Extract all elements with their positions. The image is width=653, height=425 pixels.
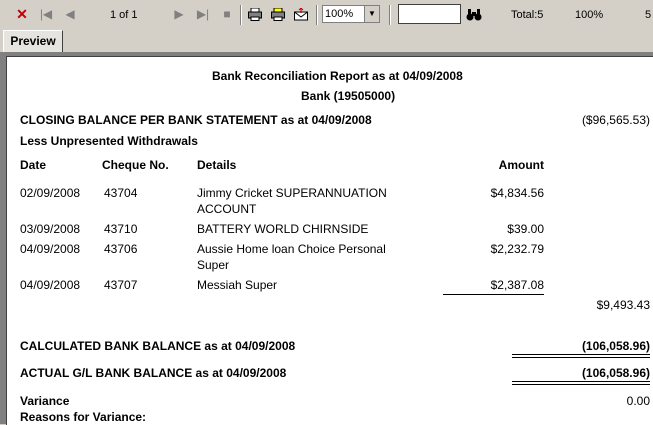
double-rule-top — [512, 381, 650, 382]
trailing-count: 5 — [645, 9, 652, 21]
row-cheque: 43704 — [104, 186, 138, 200]
toolbar: ✕ |◀ ◀ 1 of 1 ▶ ▶| ■ 100% ▼ Total:5 100%… — [0, 0, 653, 30]
report-subtitle: Bank (19505000) — [301, 89, 396, 103]
preview-area[interactable]: Bank Reconciliation Report as at 04/09/2… — [0, 53, 653, 425]
less-unpresented-label: Less Unpresented Withdrawals — [20, 134, 198, 148]
column-header-amount: Amount — [498, 158, 544, 172]
actual-balance-label: ACTUAL G/L BANK BALANCE as at 04/09/2008 — [20, 366, 287, 380]
zoom-select[interactable]: 100% ▼ — [322, 5, 380, 23]
row-details: Aussie Home loan Choice Personal — [197, 242, 386, 256]
subtotal-rule — [443, 294, 544, 295]
tab-preview[interactable]: Preview — [3, 30, 63, 52]
closing-balance-label: CLOSING BALANCE PER BANK STATEMENT as at… — [20, 113, 372, 127]
row-amount: $2,232.79 — [490, 242, 544, 256]
print-setup-icon[interactable] — [270, 6, 286, 22]
prev-page-icon[interactable]: ◀ — [62, 6, 78, 22]
toolbar-separator — [389, 5, 391, 25]
report-page: Bank Reconciliation Report as at 04/09/2… — [6, 56, 653, 425]
report-title: Bank Reconciliation Report as at 04/09/2… — [212, 69, 463, 83]
row-amount: $4,834.56 — [490, 186, 544, 200]
export-icon[interactable] — [293, 6, 309, 22]
toolbar-separator — [240, 5, 242, 25]
column-header-details: Details — [197, 158, 237, 172]
find-icon[interactable] — [466, 6, 482, 22]
row-details: Messiah Super — [197, 278, 278, 292]
stop-icon[interactable]: ■ — [219, 6, 235, 22]
calculated-balance-value: (106,058.96) — [581, 339, 650, 353]
search-input[interactable] — [398, 4, 461, 24]
toolbar-separator — [316, 5, 318, 25]
row-details: BATTERY WORLD CHIRNSIDE — [197, 222, 369, 236]
total-label: Total:5 — [511, 9, 544, 21]
row-amount: $39.00 — [507, 222, 544, 236]
row-date: 04/09/2008 — [20, 242, 81, 256]
column-header-date: Date — [20, 158, 47, 172]
double-rule-top — [512, 354, 650, 355]
chevron-down-icon[interactable]: ▼ — [364, 6, 379, 22]
row-cheque: 43707 — [104, 278, 138, 292]
actual-balance-value: (106,058.96) — [581, 366, 650, 380]
reasons-label: Reasons for Variance: — [20, 410, 147, 424]
first-page-icon[interactable]: |◀ — [38, 6, 54, 22]
row-cheque: 43710 — [104, 222, 138, 236]
column-header-cheque: Cheque No. — [102, 158, 169, 172]
variance-label: Variance — [20, 394, 70, 408]
row-details-cont: Super — [197, 258, 230, 272]
close-icon[interactable]: ✕ — [14, 6, 30, 22]
row-amount: $2,387.08 — [490, 278, 544, 292]
calculated-balance-label: CALCULATED BANK BALANCE as at 04/09/2008 — [20, 339, 296, 353]
page-indicator: 1 of 1 — [110, 9, 138, 21]
variance-value: 0.00 — [626, 394, 650, 408]
row-cheque: 43706 — [104, 242, 138, 256]
tab-bar: Preview — [0, 30, 653, 53]
print-icon[interactable] — [247, 6, 263, 22]
row-date: 04/09/2008 — [20, 278, 81, 292]
closing-balance-value: ($96,565.53) — [581, 113, 650, 127]
withdrawals-total: $9,493.43 — [596, 298, 650, 312]
double-rule-bottom — [512, 384, 650, 385]
double-rule-bottom — [512, 357, 650, 358]
row-details: Jimmy Cricket SUPERANNUATION — [197, 186, 387, 200]
row-date: 02/09/2008 — [20, 186, 81, 200]
zoom-value: 100% — [325, 8, 354, 20]
next-page-icon[interactable]: ▶ — [171, 6, 187, 22]
row-date: 03/09/2008 — [20, 222, 81, 236]
percent-label: 100% — [575, 9, 604, 21]
row-details-cont: ACCOUNT — [197, 202, 257, 216]
last-page-icon[interactable]: ▶| — [195, 6, 211, 22]
